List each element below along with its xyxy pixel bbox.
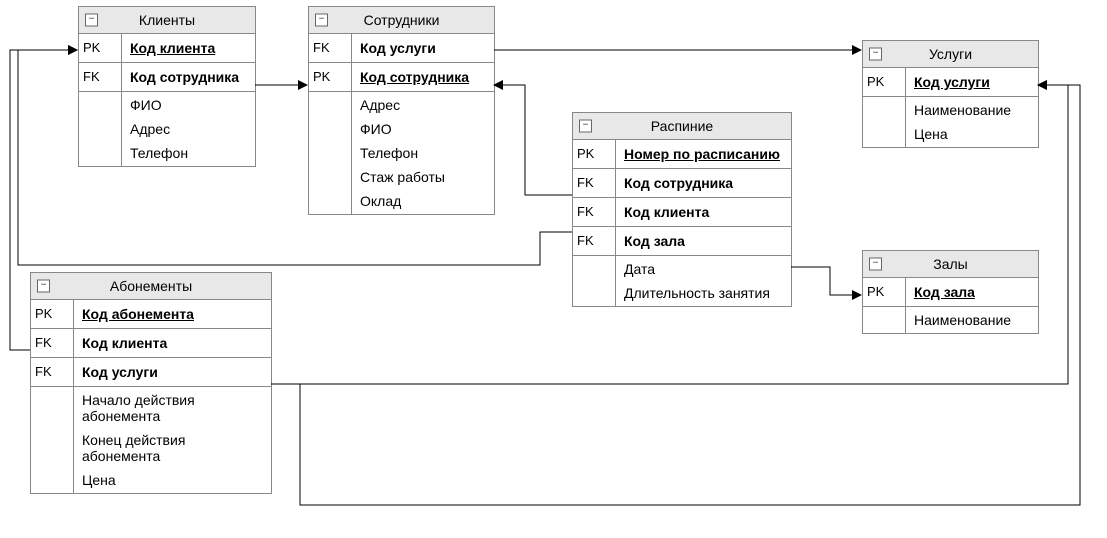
- field-row: FKКод услуги: [31, 358, 271, 387]
- field-row: Дата Длительность занятия: [573, 256, 791, 306]
- field-row: PKКод абонемента: [31, 300, 271, 329]
- entity-halls: − Залы PKКод зала Наименование: [862, 250, 1039, 334]
- field-row: Начало действия абонемента Конец действи…: [31, 387, 271, 493]
- entity-title: Абонементы: [110, 278, 192, 294]
- field-row: Адрес ФИО Телефон Стаж работы Оклад: [309, 92, 494, 214]
- field-row: Наименование: [863, 307, 1038, 333]
- collapse-icon[interactable]: −: [37, 280, 50, 293]
- collapse-icon[interactable]: −: [85, 14, 98, 27]
- field-row: PKКод клиента: [79, 34, 255, 63]
- collapse-icon[interactable]: −: [315, 14, 328, 27]
- entity-title: Сотрудники: [364, 12, 440, 28]
- entity-title: Распиние: [651, 118, 713, 134]
- field-row: FKКод сотрудника: [573, 169, 791, 198]
- collapse-icon[interactable]: −: [869, 48, 882, 61]
- entity-header: − Сотрудники: [309, 7, 494, 34]
- entity-title: Клиенты: [139, 12, 195, 28]
- entity-header: − Абонементы: [31, 273, 271, 300]
- field-row: Наименование Цена: [863, 97, 1038, 147]
- collapse-icon[interactable]: −: [579, 120, 592, 133]
- field-row: FKКод услуги: [309, 34, 494, 63]
- entity-subs: − Абонементы PKКод абонемента FKКод клие…: [30, 272, 272, 494]
- entity-header: − Залы: [863, 251, 1038, 278]
- entity-header: − Услуги: [863, 41, 1038, 68]
- field-row: FKКод зала: [573, 227, 791, 256]
- field-row: PKКод услуги: [863, 68, 1038, 97]
- entity-clients: − Клиенты PKКод клиента FKКод сотрудника…: [78, 6, 256, 167]
- field-row: ФИО Адрес Телефон: [79, 92, 255, 166]
- field-row: PKНомер по расписанию: [573, 140, 791, 169]
- field-row: FKКод клиента: [31, 329, 271, 358]
- field-row: PKКод сотрудника: [309, 63, 494, 92]
- field-row: FKКод сотрудника: [79, 63, 255, 92]
- field-row: FKКод клиента: [573, 198, 791, 227]
- entity-employees: − Сотрудники FKКод услуги PKКод сотрудни…: [308, 6, 495, 215]
- entity-header: − Распиние: [573, 113, 791, 140]
- entity-title: Услуги: [929, 46, 972, 62]
- entity-header: − Клиенты: [79, 7, 255, 34]
- entity-schedule: − Распиние PKНомер по расписанию FKКод с…: [572, 112, 792, 307]
- entity-services: − Услуги PKКод услуги Наименование Цена: [862, 40, 1039, 148]
- entity-title: Залы: [933, 256, 967, 272]
- collapse-icon[interactable]: −: [869, 258, 882, 271]
- field-row: PKКод зала: [863, 278, 1038, 307]
